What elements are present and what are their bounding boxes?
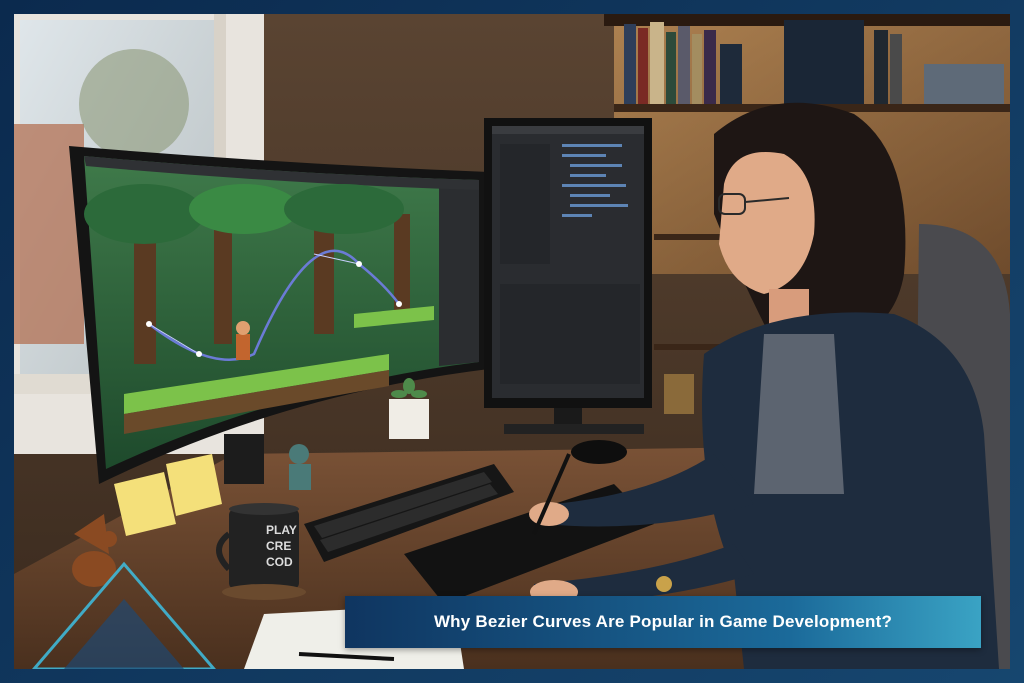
scene-illustration: PLAY CRE COD bbox=[14, 14, 1010, 669]
monitor-stand bbox=[224, 434, 264, 484]
mouse bbox=[571, 440, 627, 464]
secondary-monitor bbox=[484, 118, 652, 408]
title-banner: Why Bezier Curves Are Popular in Game De… bbox=[345, 596, 981, 648]
graphic-tee bbox=[754, 334, 844, 494]
plant-pot bbox=[389, 399, 429, 439]
hand bbox=[529, 502, 569, 526]
outside-tree bbox=[79, 49, 189, 159]
mug-text-3: COD bbox=[266, 555, 293, 569]
figurine bbox=[289, 444, 311, 490]
mug-text-2: CRE bbox=[266, 539, 291, 553]
mug-text-1: PLAY bbox=[266, 523, 297, 537]
control-point bbox=[146, 321, 152, 327]
control-point bbox=[396, 301, 402, 307]
photo: PLAY CRE COD bbox=[14, 14, 1010, 669]
control-point bbox=[356, 261, 362, 267]
banner-title: Why Bezier Curves Are Popular in Game De… bbox=[433, 612, 893, 631]
control-point bbox=[196, 351, 202, 357]
inspector-panel bbox=[439, 180, 479, 366]
mug: PLAY CRE COD bbox=[216, 503, 306, 600]
game-character bbox=[236, 334, 250, 360]
image-frame: PLAY CRE COD Why Bezier Curves Are Popul… bbox=[0, 0, 1024, 683]
watch bbox=[656, 576, 672, 592]
